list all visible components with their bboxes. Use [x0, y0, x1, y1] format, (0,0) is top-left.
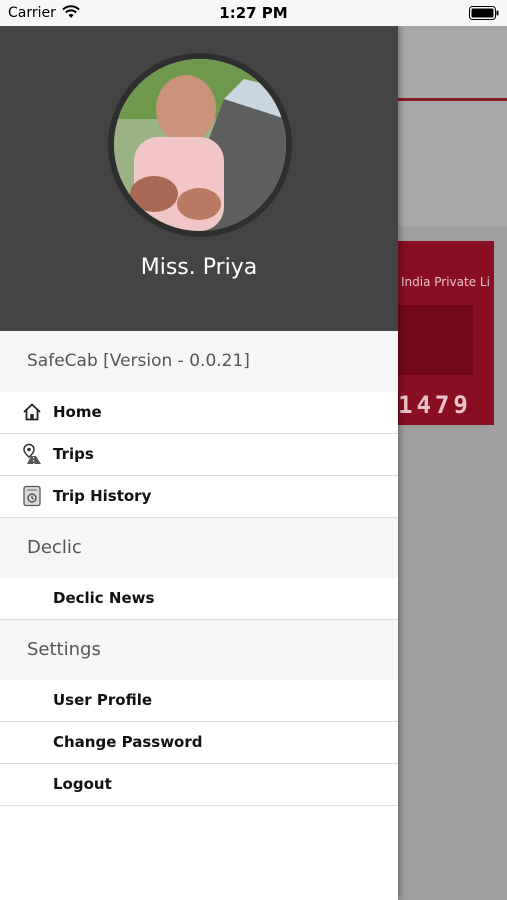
menu-item-label: User Profile [53, 691, 153, 709]
status-time: 1:27 PM [219, 4, 288, 22]
history-icon [23, 485, 41, 507]
map-pin-icon [23, 443, 41, 465]
profile-header: Miss. Priya [0, 26, 398, 331]
menu-item-home[interactable]: Home [0, 392, 398, 434]
menu-item-label: Trips [53, 445, 94, 463]
menu-item-declic-news[interactable]: Declic News [0, 578, 398, 620]
card-company-name: India Private Li [401, 275, 490, 289]
menu-item-label: Change Password [53, 733, 203, 751]
battery-icon [469, 6, 499, 20]
section-title: Declic [27, 537, 82, 558]
app-version-label: SafeCab [Version - 0.0.21] [27, 351, 250, 371]
menu-item-change-password[interactable]: Change Password [0, 722, 398, 764]
menu-item-logout[interactable]: Logout [0, 764, 398, 806]
company-card: India Private Li 1479 [398, 241, 494, 425]
menu-item-label: Declic News [53, 589, 155, 607]
menu-item-label: Logout [53, 775, 112, 793]
section-header-settings: Settings [0, 620, 398, 680]
navigation-drawer: Miss. Priya SafeCab [Version - 0.0.21] H… [0, 26, 398, 900]
background-screen[interactable]: India Private Li 1479 [398, 26, 507, 900]
menu-item-trip-history[interactable]: Trip History [0, 476, 398, 518]
card-number: 1479 [398, 391, 472, 419]
background-header [398, 26, 507, 226]
profile-name: Miss. Priya [140, 255, 258, 280]
menu-item-trips[interactable]: Trips [0, 434, 398, 476]
status-bar: Carrier 1:27 PM [0, 0, 507, 26]
card-logo-box [398, 305, 473, 375]
menu-item-label: Trip History [53, 487, 152, 505]
background-divider [398, 98, 507, 101]
home-icon [23, 403, 41, 421]
menu-item-label: Home [53, 403, 102, 421]
avatar[interactable] [108, 53, 292, 237]
app-version-row: SafeCab [Version - 0.0.21] [0, 331, 398, 392]
avatar-photo [114, 59, 286, 231]
section-header-declic: Declic [0, 518, 398, 578]
menu-item-user-profile[interactable]: User Profile [0, 680, 398, 722]
section-title: Settings [27, 639, 101, 660]
